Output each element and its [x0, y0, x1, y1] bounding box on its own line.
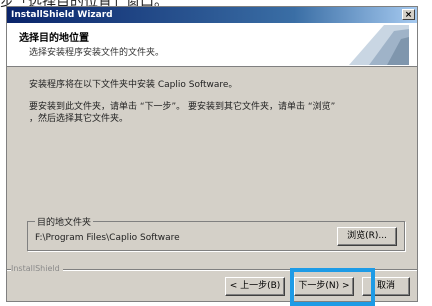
- header-subtitle: 选择安装程序安装文件的文件夹。: [29, 48, 165, 58]
- destination-group-label: 目的地文件夹: [35, 215, 94, 228]
- browse-button[interactable]: 浏览(R)...: [337, 227, 397, 246]
- installshield-wizard-window: InstallShield Wizard × 选择目的地位置 选择安装程序安装文…: [6, 6, 418, 306]
- header-title: 选择目的地位置: [19, 33, 89, 44]
- back-button[interactable]: < 上一步(B): [225, 277, 285, 296]
- installshield-brand: InstallShield: [11, 264, 63, 273]
- close-icon[interactable]: ×: [402, 9, 415, 20]
- wizard-header: 选择目的地位置 选择安装程序安装文件的文件夹。: [7, 23, 417, 67]
- destination-path: F:\Program Files\Caplio Software: [35, 233, 180, 243]
- titlebar: InstallShield Wizard ×: [7, 7, 417, 23]
- body-line-1: 安装程序将在以下文件夹中安装 Caplio Software。: [29, 80, 238, 90]
- next-button-highlight: [290, 268, 375, 306]
- body-line-3: ，然后选择其它文件夹。: [29, 114, 129, 124]
- window-title: InstallShield Wizard: [11, 10, 113, 20]
- wizard-graphic-icon: [329, 25, 409, 65]
